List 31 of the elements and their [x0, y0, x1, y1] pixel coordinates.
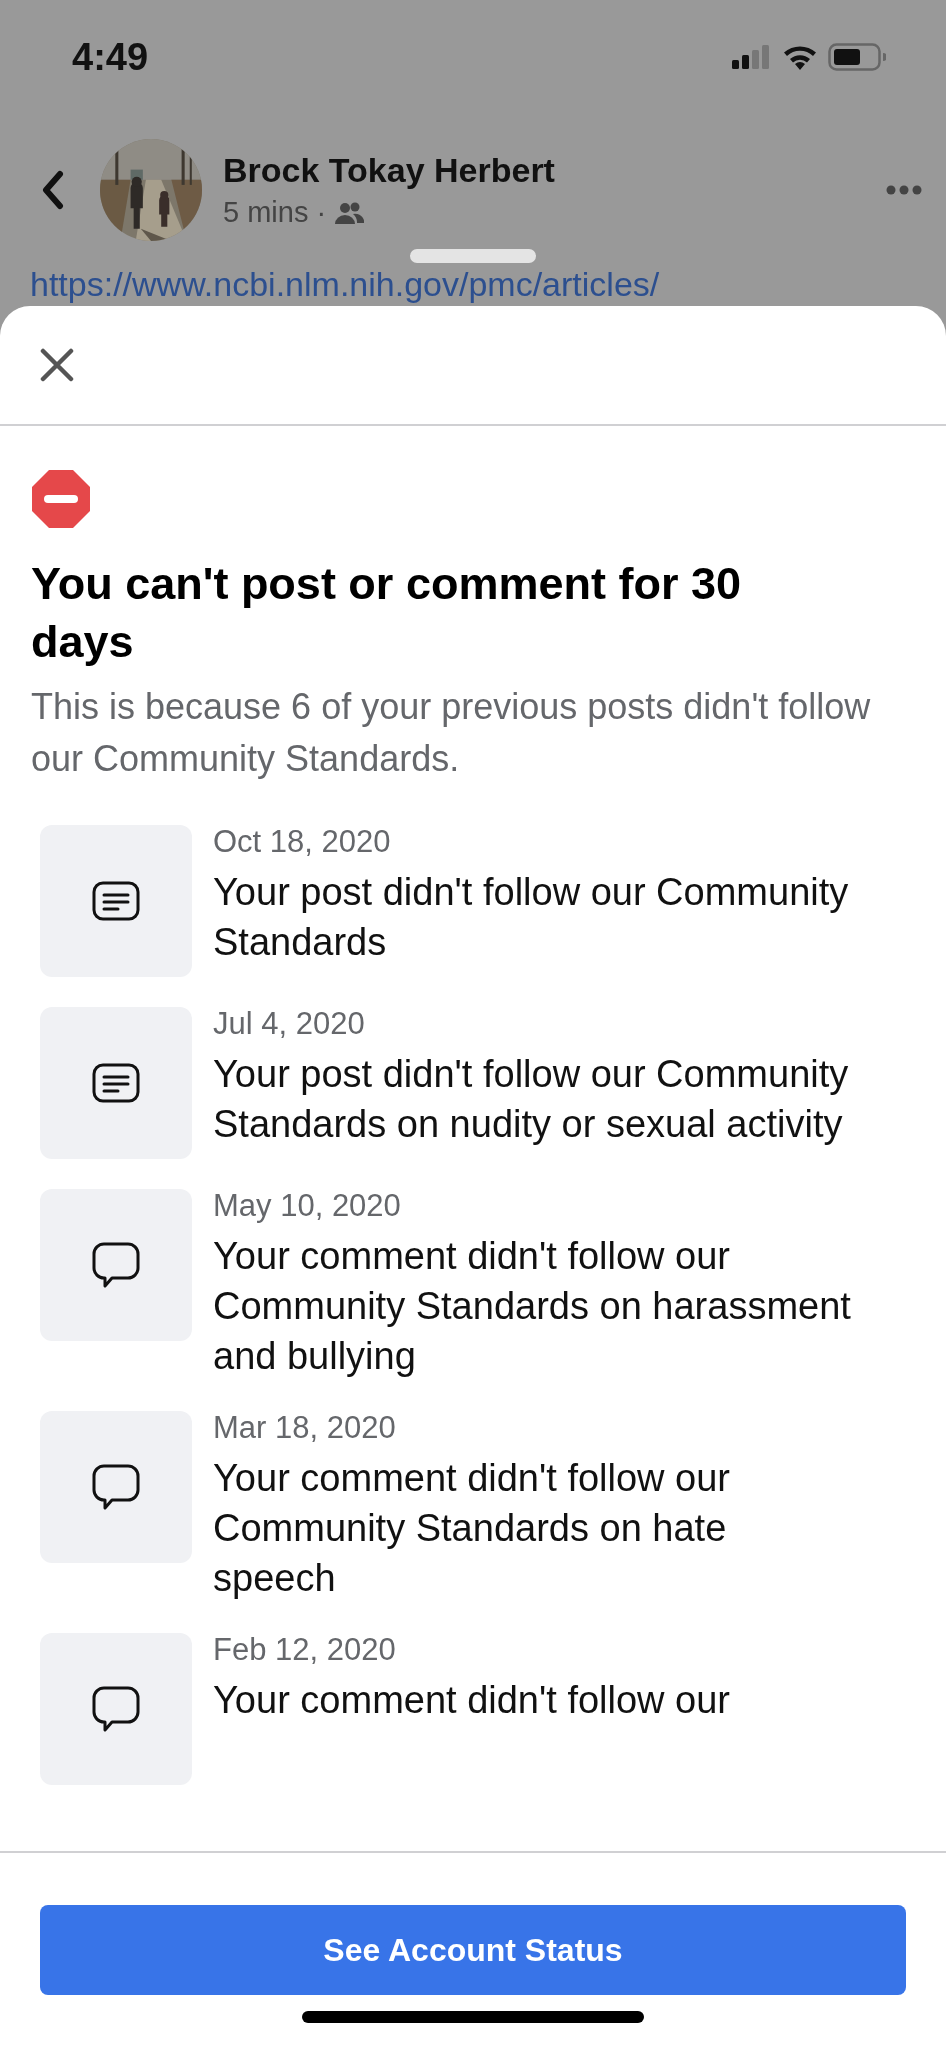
violation-text: Your comment didn't follow our Community Standards on hate speech — [213, 1456, 731, 1601]
sheet-title: You can't post or comment for 30 days — [31, 557, 742, 669]
author-name[interactable]: Brock Tokay Herbert — [223, 151, 886, 190]
close-icon[interactable] — [40, 348, 74, 382]
violation-date: Oct 18, 2020 — [213, 825, 392, 859]
violation-date: May 10, 2020 — [213, 1189, 402, 1223]
speech-bubble-icon — [92, 1686, 140, 1732]
violation-text: Your post didn't follow our Community Standards on nudity or sexual activity — [213, 1052, 850, 1147]
violation-text: Your comment didn't follow our — [213, 1678, 730, 1723]
sheet-description: This is because 6 of your previous posts didn't follow our Community Standards. — [31, 685, 872, 781]
violation-date: Mar 18, 2020 — [213, 1411, 397, 1445]
blocked-icon — [31, 469, 91, 529]
separator-dot: · — [316, 196, 327, 229]
wifi-icon — [782, 44, 818, 70]
speech-bubble-icon — [92, 1464, 140, 1510]
clock-time: 4:49 — [72, 34, 149, 79]
link-text[interactable]: https://www.ncbi.nlm.nih.gov/pmc/articles/ — [30, 265, 660, 303]
friends-icon — [334, 201, 365, 224]
document-icon — [92, 881, 140, 921]
more-icon[interactable] — [886, 185, 922, 195]
back-icon[interactable] — [42, 170, 64, 210]
battery-icon — [828, 43, 886, 71]
speech-bubble-icon — [92, 1242, 140, 1288]
post-time: 5 mins — [223, 196, 309, 229]
violation-date: Jul 4, 2020 — [213, 1007, 366, 1041]
document-icon — [92, 1063, 140, 1103]
account-status-button[interactable]: See Account Status — [40, 1905, 906, 1995]
signal-icon — [732, 45, 772, 69]
violation-text: Your comment didn't follow our Community Standards on harassment and bullying — [213, 1234, 852, 1379]
violation-text: Your post didn't follow our Community Standards — [213, 870, 850, 965]
violation-date: Feb 12, 2020 — [213, 1633, 397, 1667]
